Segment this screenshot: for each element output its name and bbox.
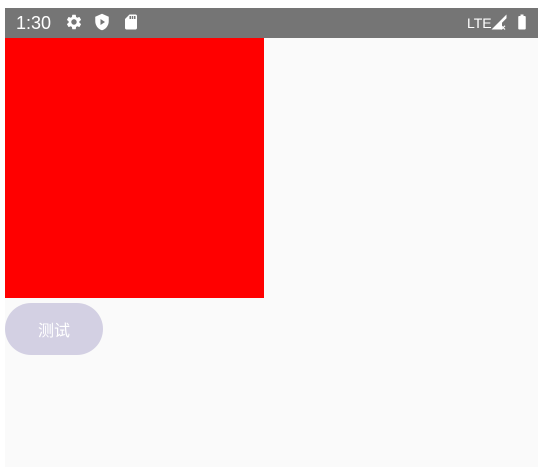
signal-icon — [490, 13, 508, 31]
test-button[interactable]: 测试 — [5, 303, 103, 355]
shield-play-icon — [93, 13, 111, 31]
network-type: LTE — [467, 15, 492, 31]
status-time: 1:30 — [16, 13, 52, 33]
phone-screen: 1:30 LTE 测试 — [5, 8, 538, 467]
red-view — [5, 38, 264, 298]
sd-card-icon — [122, 13, 140, 31]
gear-icon — [65, 13, 83, 31]
battery-icon — [513, 13, 531, 31]
test-button-label: 测试 — [37, 321, 70, 340]
status-bar: 1:30 LTE — [5, 8, 538, 38]
